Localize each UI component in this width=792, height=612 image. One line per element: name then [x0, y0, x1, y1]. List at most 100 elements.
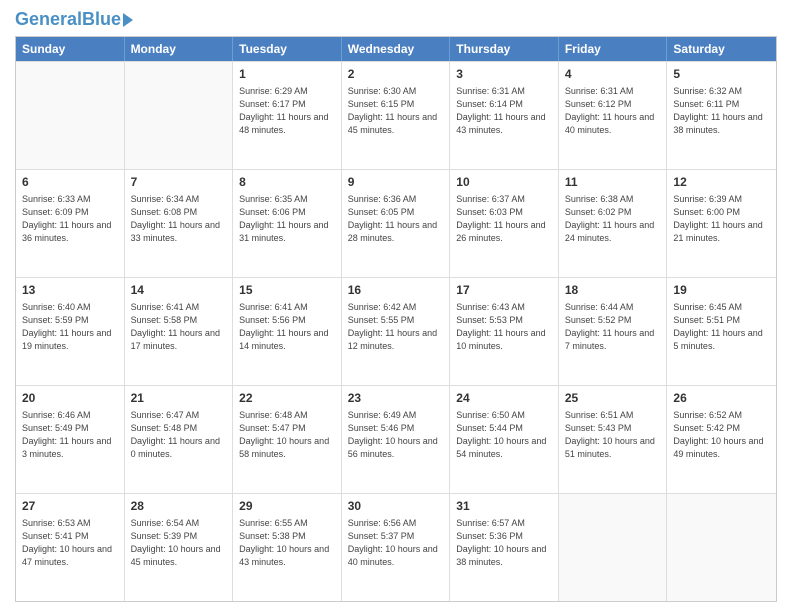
day-detail: Sunrise: 6:35 AMSunset: 6:06 PMDaylight:…	[239, 193, 335, 245]
calendar-cell-day-26: 26 Sunrise: 6:52 AMSunset: 5:42 PMDayligh…	[667, 386, 776, 493]
calendar-week-4: 20 Sunrise: 6:46 AMSunset: 5:49 PMDayligh…	[16, 385, 776, 493]
day-number: 20	[22, 390, 118, 407]
day-detail: Sunrise: 6:55 AMSunset: 5:38 PMDaylight:…	[239, 517, 335, 569]
day-number: 13	[22, 282, 118, 299]
calendar-header: SundayMondayTuesdayWednesdayThursdayFrid…	[16, 37, 776, 61]
calendar-cell-day-20: 20 Sunrise: 6:46 AMSunset: 5:49 PMDayligh…	[16, 386, 125, 493]
day-number: 18	[565, 282, 661, 299]
day-number: 26	[673, 390, 770, 407]
logo: GeneralBlue	[15, 10, 133, 28]
day-detail: Sunrise: 6:45 AMSunset: 5:51 PMDaylight:…	[673, 301, 770, 353]
day-detail: Sunrise: 6:51 AMSunset: 5:43 PMDaylight:…	[565, 409, 661, 461]
calendar-header-cell-monday: Monday	[125, 37, 234, 61]
day-detail: Sunrise: 6:29 AMSunset: 6:17 PMDaylight:…	[239, 85, 335, 137]
calendar-cell-day-22: 22 Sunrise: 6:48 AMSunset: 5:47 PMDayligh…	[233, 386, 342, 493]
calendar-cell-day-15: 15 Sunrise: 6:41 AMSunset: 5:56 PMDayligh…	[233, 278, 342, 385]
calendar-cell-day-27: 27 Sunrise: 6:53 AMSunset: 5:41 PMDayligh…	[16, 494, 125, 601]
calendar-cell-empty	[559, 494, 668, 601]
day-detail: Sunrise: 6:32 AMSunset: 6:11 PMDaylight:…	[673, 85, 770, 137]
day-detail: Sunrise: 6:56 AMSunset: 5:37 PMDaylight:…	[348, 517, 444, 569]
calendar-cell-day-19: 19 Sunrise: 6:45 AMSunset: 5:51 PMDayligh…	[667, 278, 776, 385]
day-detail: Sunrise: 6:42 AMSunset: 5:55 PMDaylight:…	[348, 301, 444, 353]
day-detail: Sunrise: 6:31 AMSunset: 6:12 PMDaylight:…	[565, 85, 661, 137]
day-number: 19	[673, 282, 770, 299]
calendar-cell-empty	[125, 62, 234, 169]
logo-blue: Blue	[82, 9, 121, 29]
day-number: 16	[348, 282, 444, 299]
day-number: 30	[348, 498, 444, 515]
day-number: 25	[565, 390, 661, 407]
day-number: 8	[239, 174, 335, 191]
day-detail: Sunrise: 6:43 AMSunset: 5:53 PMDaylight:…	[456, 301, 552, 353]
calendar-cell-day-21: 21 Sunrise: 6:47 AMSunset: 5:48 PMDayligh…	[125, 386, 234, 493]
calendar-header-cell-thursday: Thursday	[450, 37, 559, 61]
day-detail: Sunrise: 6:33 AMSunset: 6:09 PMDaylight:…	[22, 193, 118, 245]
calendar-cell-day-14: 14Sunrise: 6:41 AMSunset: 5:58 PMDayligh…	[125, 278, 234, 385]
calendar-cell-day-12: 12Sunrise: 6:39 AMSunset: 6:00 PMDayligh…	[667, 170, 776, 277]
day-number: 23	[348, 390, 444, 407]
calendar-cell-day-29: 29 Sunrise: 6:55 AMSunset: 5:38 PMDayligh…	[233, 494, 342, 601]
logo-general: General	[15, 9, 82, 29]
day-number: 17	[456, 282, 552, 299]
calendar-body: 1 Sunrise: 6:29 AMSunset: 6:17 PMDaylight…	[16, 61, 776, 601]
day-number: 31	[456, 498, 552, 515]
day-detail: Sunrise: 6:52 AMSunset: 5:42 PMDaylight:…	[673, 409, 770, 461]
calendar-header-cell-sunday: Sunday	[16, 37, 125, 61]
day-number: 5	[673, 66, 770, 83]
calendar-cell-day-30: 30 Sunrise: 6:56 AMSunset: 5:37 PMDayligh…	[342, 494, 451, 601]
calendar-cell-day-23: 23 Sunrise: 6:49 AMSunset: 5:46 PMDayligh…	[342, 386, 451, 493]
day-detail: Sunrise: 6:36 AMSunset: 6:05 PMDaylight:…	[348, 193, 444, 245]
day-number: 1	[239, 66, 335, 83]
day-number: 29	[239, 498, 335, 515]
day-number: 15	[239, 282, 335, 299]
calendar-header-cell-friday: Friday	[559, 37, 668, 61]
day-number: 10	[456, 174, 552, 191]
calendar-cell-day-5: 5 Sunrise: 6:32 AMSunset: 6:11 PMDaylight…	[667, 62, 776, 169]
logo-arrow-icon	[123, 13, 133, 27]
calendar-week-2: 6 Sunrise: 6:33 AMSunset: 6:09 PMDaylight…	[16, 169, 776, 277]
calendar-cell-day-24: 24 Sunrise: 6:50 AMSunset: 5:44 PMDayligh…	[450, 386, 559, 493]
calendar-cell-day-28: 28Sunrise: 6:54 AMSunset: 5:39 PMDayligh…	[125, 494, 234, 601]
day-detail: Sunrise: 6:50 AMSunset: 5:44 PMDaylight:…	[456, 409, 552, 461]
day-detail: Sunrise: 6:30 AMSunset: 6:15 PMDaylight:…	[348, 85, 444, 137]
day-number: 27	[22, 498, 118, 515]
day-number: 6	[22, 174, 118, 191]
calendar-cell-day-16: 16 Sunrise: 6:42 AMSunset: 5:55 PMDayligh…	[342, 278, 451, 385]
day-detail: Sunrise: 6:48 AMSunset: 5:47 PMDaylight:…	[239, 409, 335, 461]
calendar: SundayMondayTuesdayWednesdayThursdayFrid…	[15, 36, 777, 602]
calendar-cell-day-8: 8 Sunrise: 6:35 AMSunset: 6:06 PMDaylight…	[233, 170, 342, 277]
header: GeneralBlue	[15, 10, 777, 28]
calendar-cell-day-11: 11 Sunrise: 6:38 AMSunset: 6:02 PMDayligh…	[559, 170, 668, 277]
day-number: 2	[348, 66, 444, 83]
day-number: 11	[565, 174, 661, 191]
day-detail: Sunrise: 6:38 AMSunset: 6:02 PMDaylight:…	[565, 193, 661, 245]
calendar-header-cell-tuesday: Tuesday	[233, 37, 342, 61]
calendar-cell-day-17: 17 Sunrise: 6:43 AMSunset: 5:53 PMDayligh…	[450, 278, 559, 385]
day-detail: Sunrise: 6:37 AMSunset: 6:03 PMDaylight:…	[456, 193, 552, 245]
day-number: 9	[348, 174, 444, 191]
calendar-week-5: 27 Sunrise: 6:53 AMSunset: 5:41 PMDayligh…	[16, 493, 776, 601]
day-detail: Sunrise: 6:41 AMSunset: 5:58 PMDaylight:…	[131, 301, 227, 353]
day-detail: Sunrise: 6:53 AMSunset: 5:41 PMDaylight:…	[22, 517, 118, 569]
calendar-cell-day-9: 9 Sunrise: 6:36 AMSunset: 6:05 PMDaylight…	[342, 170, 451, 277]
calendar-cell-day-10: 10 Sunrise: 6:37 AMSunset: 6:03 PMDayligh…	[450, 170, 559, 277]
day-number: 21	[131, 390, 227, 407]
calendar-cell-day-4: 4Sunrise: 6:31 AMSunset: 6:12 PMDaylight…	[559, 62, 668, 169]
day-number: 28	[131, 498, 227, 515]
day-number: 22	[239, 390, 335, 407]
day-number: 7	[131, 174, 227, 191]
day-detail: Sunrise: 6:49 AMSunset: 5:46 PMDaylight:…	[348, 409, 444, 461]
day-detail: Sunrise: 6:34 AMSunset: 6:08 PMDaylight:…	[131, 193, 227, 245]
calendar-week-1: 1 Sunrise: 6:29 AMSunset: 6:17 PMDaylight…	[16, 61, 776, 169]
calendar-cell-day-7: 7 Sunrise: 6:34 AMSunset: 6:08 PMDaylight…	[125, 170, 234, 277]
calendar-cell-day-18: 18Sunrise: 6:44 AMSunset: 5:52 PMDayligh…	[559, 278, 668, 385]
day-number: 24	[456, 390, 552, 407]
calendar-cell-day-1: 1 Sunrise: 6:29 AMSunset: 6:17 PMDaylight…	[233, 62, 342, 169]
day-detail: Sunrise: 6:46 AMSunset: 5:49 PMDaylight:…	[22, 409, 118, 461]
logo-text: GeneralBlue	[15, 10, 133, 28]
day-detail: Sunrise: 6:40 AMSunset: 5:59 PMDaylight:…	[22, 301, 118, 353]
day-detail: Sunrise: 6:41 AMSunset: 5:56 PMDaylight:…	[239, 301, 335, 353]
day-detail: Sunrise: 6:47 AMSunset: 5:48 PMDaylight:…	[131, 409, 227, 461]
day-number: 3	[456, 66, 552, 83]
calendar-cell-day-3: 3Sunrise: 6:31 AMSunset: 6:14 PMDaylight…	[450, 62, 559, 169]
